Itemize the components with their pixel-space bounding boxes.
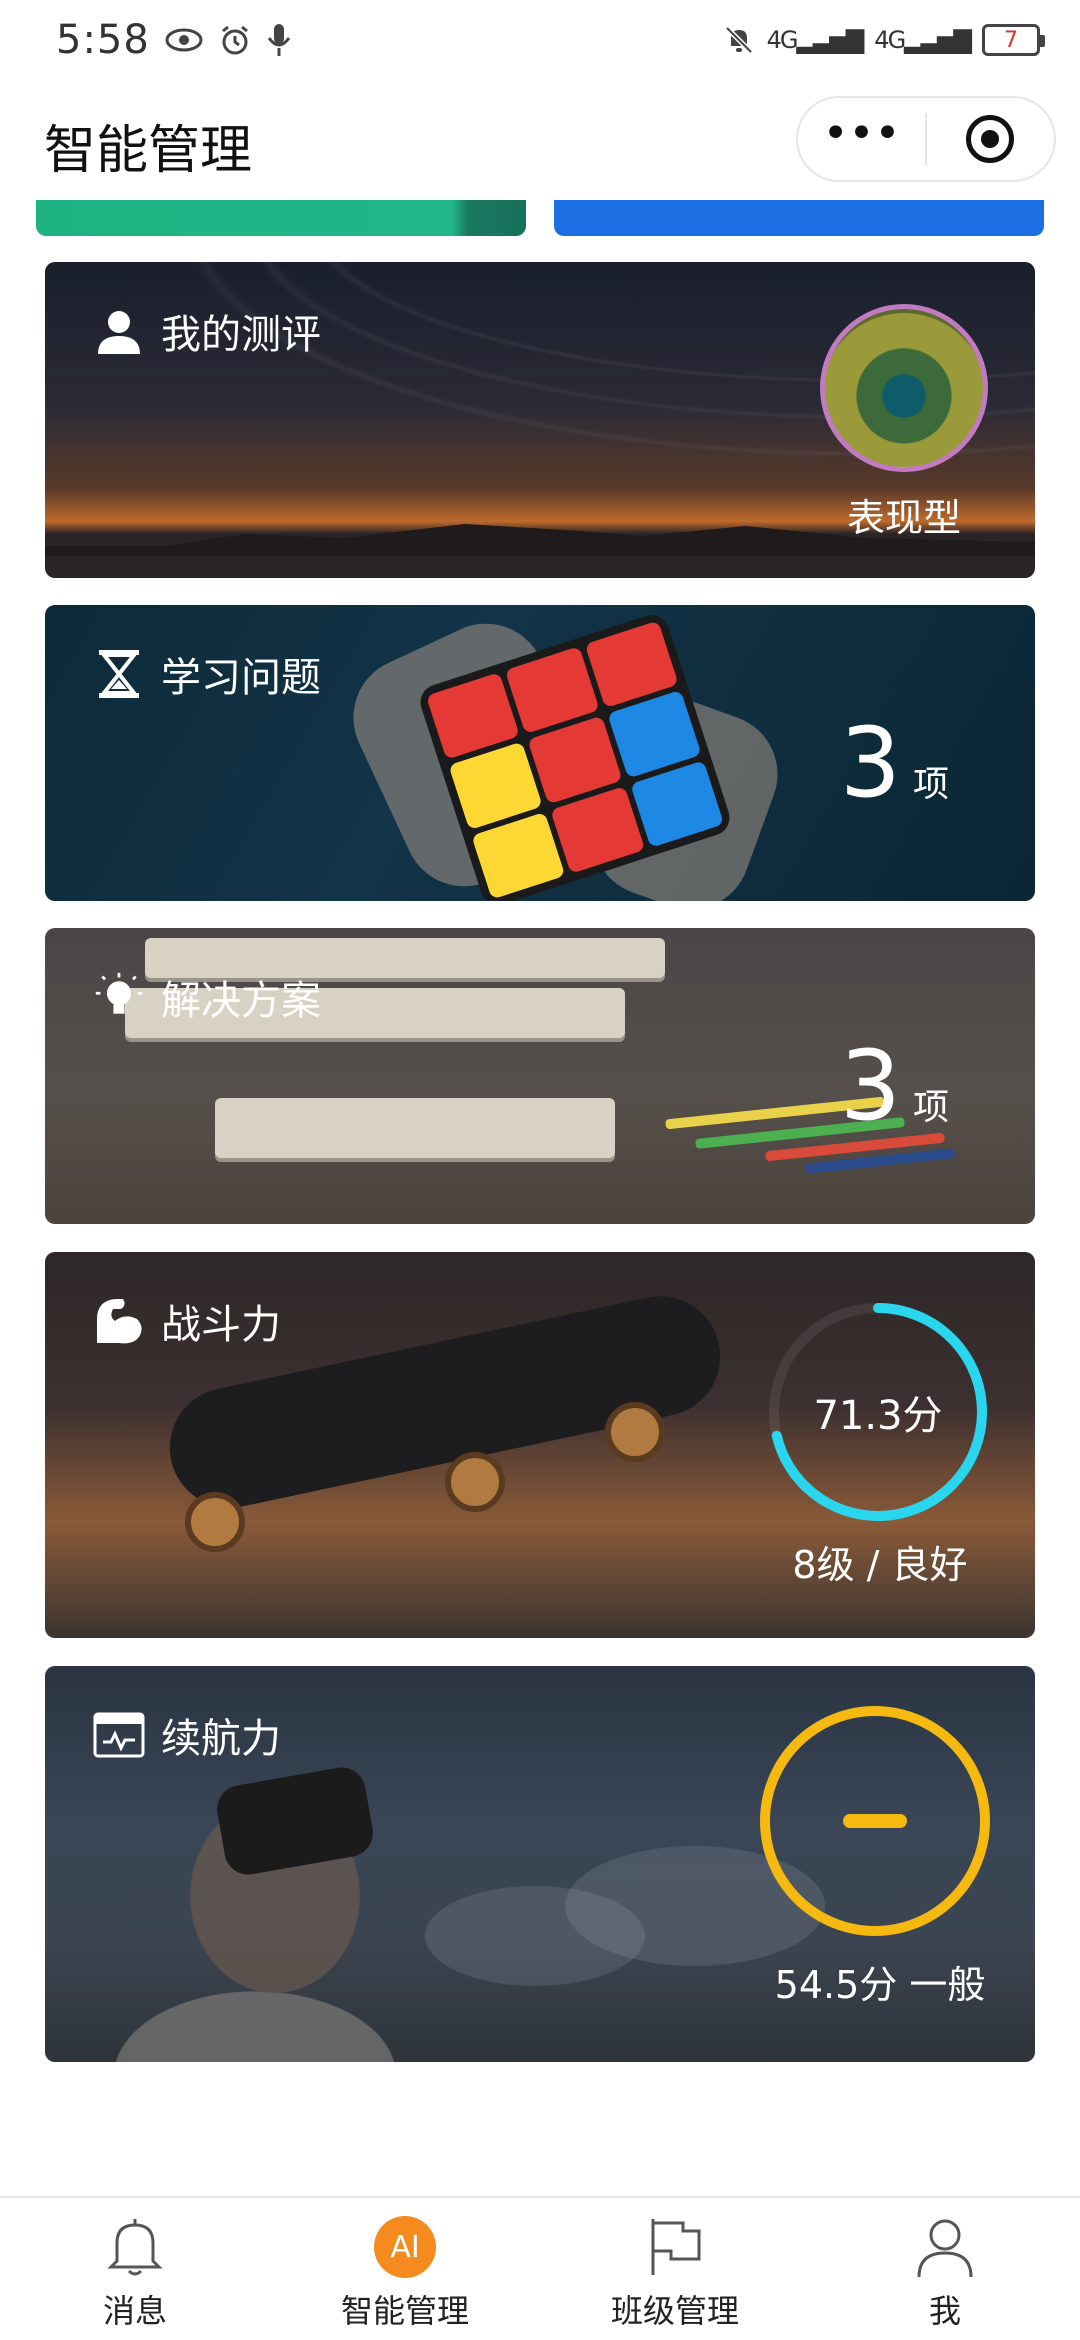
study-problems-title: 学习问题 (93, 645, 321, 703)
solutions-number: 3 (839, 1030, 901, 1142)
study-problems-label: 学习问题 (161, 655, 321, 701)
combat-power-card[interactable]: 战斗力 71.3分 8级 / 良好 (45, 1252, 1035, 1638)
user-icon (93, 305, 145, 357)
target-icon (966, 115, 1015, 163)
title-bar: 智能管理 ••• (0, 88, 1080, 198)
monitor-pulse-icon (93, 1709, 145, 1761)
status-left: 5:58 (56, 17, 292, 63)
solutions-title: 解决方案 (93, 968, 321, 1026)
endurance-dash-indicator (843, 1814, 907, 1828)
wheel-graphic-1 (185, 1492, 245, 1552)
more-dots-icon: ••• (822, 108, 901, 159)
bell-icon (100, 2212, 170, 2282)
ai-badge-icon: AI (370, 2212, 440, 2282)
combat-power-level: 8级 / 良好 (792, 1543, 968, 1587)
endurance-summary: 54.5分 一般 (774, 1963, 986, 2007)
tab-messages-label: 消息 (102, 2292, 167, 2330)
mute-bell-icon (724, 26, 753, 54)
bottom-tab-bar: 消息 AI 智能管理 班级管理 我 (0, 2196, 1080, 2340)
study-problems-card[interactable]: 学习问题 3 项 (45, 605, 1035, 901)
combat-power-title: 战斗力 (93, 1292, 281, 1350)
mini-program-capsule: ••• (796, 96, 1056, 182)
evaluation-label: 我的测评 (161, 312, 321, 358)
tab-me[interactable]: 我 (810, 2198, 1080, 2340)
status-right: 4G▂▃▅▇ 4G▂▃▅▇ 7 (723, 24, 1045, 56)
study-problems-unit: 项 (912, 764, 949, 805)
hourglass-icon (93, 648, 145, 700)
solutions-label: 解决方案 (161, 978, 321, 1024)
wheel-graphic-3 (605, 1402, 665, 1462)
solutions-card[interactable]: 解决方案 3 项 (45, 928, 1035, 1224)
status-time: 5:58 (56, 17, 150, 63)
flag-icon (640, 2212, 710, 2282)
wheel-graphic-2 (445, 1452, 505, 1512)
user-icon (910, 2212, 980, 2282)
endurance-card[interactable]: 续航力 54.5分 一般 (45, 1666, 1035, 2062)
personality-type-label: 表现型 (846, 496, 961, 540)
combat-power-score: 71.3分 (813, 1393, 943, 1439)
solutions-count: 3 项 (840, 1038, 949, 1134)
endurance-label: 续航力 (161, 1716, 281, 1762)
ai-badge: AI (374, 2216, 436, 2278)
target-dot (981, 130, 1000, 148)
tab-class-management-label: 班级管理 (610, 2292, 739, 2330)
microphone-icon (267, 24, 291, 56)
book-graphic-3 (215, 1098, 615, 1158)
endurance-title: 续航力 (93, 1706, 281, 1764)
evaluation-card[interactable]: 我的测评 表现型 (45, 262, 1035, 578)
alarm-icon (221, 25, 248, 55)
tab-smart-management-label: 智能管理 (340, 2292, 469, 2330)
study-problems-number: 3 (839, 707, 901, 819)
battery-icon: 7 (982, 24, 1045, 56)
study-problems-count: 3 项 (840, 715, 949, 811)
blue-banner-partial[interactable] (554, 200, 1044, 236)
lightbulb-icon (93, 971, 145, 1023)
eye-icon (165, 28, 203, 52)
endurance-gauge (760, 1706, 990, 1936)
signal-indicator-2: 4G▂▃▅▇ (874, 26, 972, 54)
page-title: 智能管理 (44, 121, 253, 181)
tab-messages[interactable]: 消息 (0, 2198, 270, 2340)
combat-power-label: 战斗力 (161, 1302, 281, 1348)
solutions-unit: 项 (912, 1087, 949, 1128)
more-options-button[interactable]: ••• (798, 112, 925, 166)
tab-class-management[interactable]: 班级管理 (540, 2198, 810, 2340)
signal-1-label: 4G (766, 26, 799, 54)
tab-smart-management[interactable]: AI 智能管理 (270, 2198, 540, 2340)
cloud-graphic-2 (425, 1886, 645, 1986)
peacock-avatar (820, 304, 988, 472)
signal-indicator-1: 4G▂▃▅▇ (766, 26, 865, 54)
green-banner-partial[interactable] (36, 200, 526, 236)
tab-me-label: 我 (928, 2292, 961, 2330)
status-bar: 5:58 4G▂▃▅▇ 4G▂▃▅▇ 7 (0, 0, 1080, 80)
close-mini-program-button[interactable] (927, 115, 1054, 163)
combat-power-ring: 71.3分 (763, 1297, 993, 1527)
evaluation-title: 我的测评 (93, 302, 321, 360)
signal-2-label: 4G (874, 26, 906, 54)
flexed-arm-icon (93, 1295, 145, 1347)
